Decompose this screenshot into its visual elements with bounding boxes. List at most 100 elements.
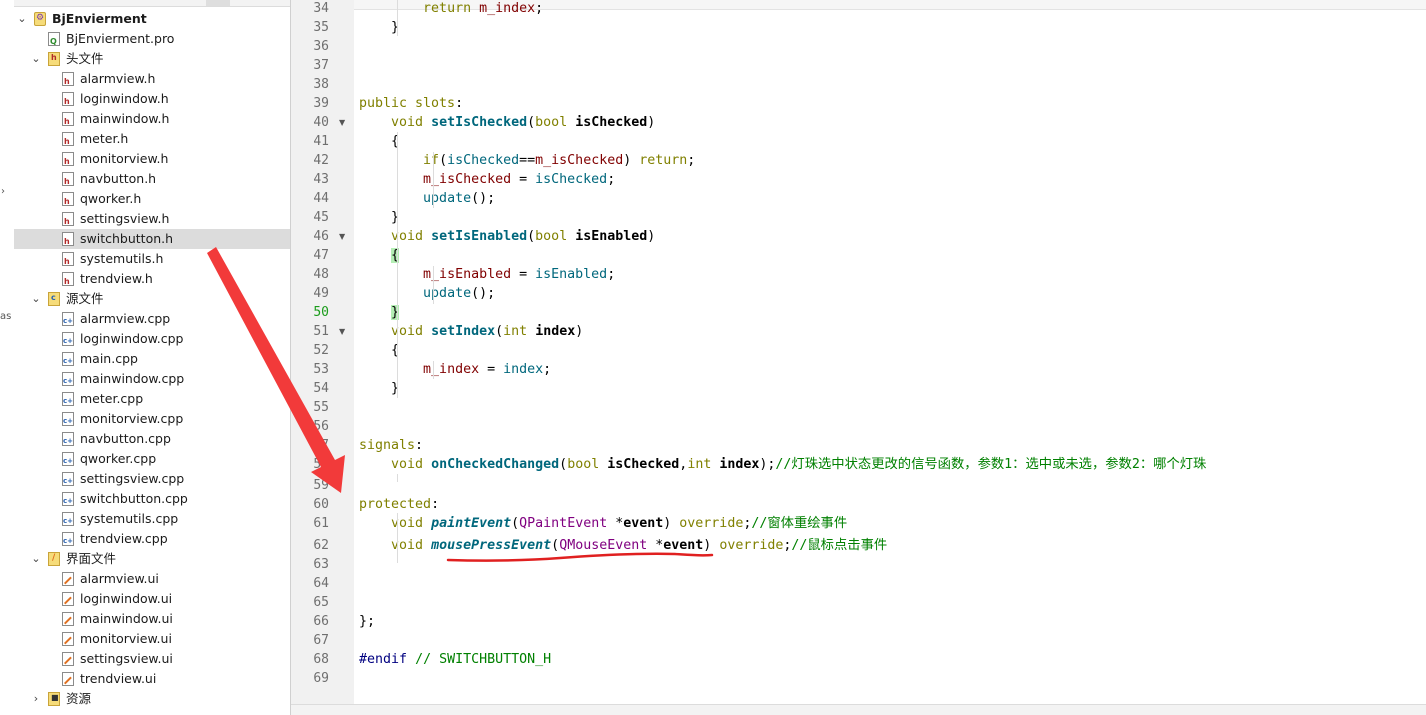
tree-file-item[interactable]: main.cpp xyxy=(14,349,290,369)
chevron-right-icon[interactable]: › xyxy=(30,689,42,709)
tree-file-item[interactable]: mainwindow.cpp xyxy=(14,369,290,389)
tree-item-label: trendview.cpp xyxy=(80,531,168,546)
tree-folder-headers[interactable]: ⌄ 头文件 xyxy=(14,49,290,69)
indent-guide xyxy=(433,152,434,208)
code-line[interactable]: void setIsEnabled(bool isEnabled) xyxy=(359,227,655,246)
tree-file-item[interactable]: trendview.h xyxy=(14,269,290,289)
line-number: 37 xyxy=(313,58,329,73)
chevron-down-icon[interactable]: ⌄ xyxy=(30,289,42,309)
code-line[interactable]: }; xyxy=(359,612,375,631)
chevron-right-icon[interactable]: › xyxy=(1,186,5,197)
code-line[interactable]: void mousePressEvent(QMouseEvent *event)… xyxy=(359,536,887,555)
tree-item-label: monitorview.ui xyxy=(80,631,172,646)
tree-project-node[interactable]: ⌄ BjEnvierment xyxy=(14,9,290,29)
tree-file-item[interactable]: alarmview.cpp xyxy=(14,309,290,329)
code-line[interactable]: update(); xyxy=(359,284,495,303)
code-line[interactable]: protected: xyxy=(359,495,439,514)
code-line[interactable]: } xyxy=(359,379,399,398)
fold-marker-icon[interactable]: ▼ xyxy=(339,322,345,341)
line-number: 56 xyxy=(313,419,329,434)
code-line[interactable]: public slots: xyxy=(359,94,463,113)
tree-file-item[interactable]: trendview.ui xyxy=(14,669,290,689)
line-number: 41 xyxy=(313,134,329,149)
ui-file-icon xyxy=(62,672,74,686)
toolbar-button[interactable] xyxy=(206,0,230,6)
tree-item-label: meter.h xyxy=(80,131,129,146)
tree-file-item[interactable]: qworker.h xyxy=(14,189,290,209)
header-file-icon xyxy=(62,272,74,287)
tree-file-item[interactable]: qworker.cpp xyxy=(14,449,290,469)
code-line[interactable]: signals: xyxy=(359,436,423,455)
header-file-icon xyxy=(62,72,74,87)
tree-item-label: navbutton.cpp xyxy=(80,431,171,446)
chevron-down-icon[interactable]: ⌄ xyxy=(16,9,28,29)
tree-file-item[interactable]: switchbutton.cpp xyxy=(14,489,290,509)
indent-guide xyxy=(397,474,398,482)
line-number: 34 xyxy=(313,1,329,16)
code-line[interactable]: update(); xyxy=(359,189,495,208)
tree-file-item[interactable]: systemutils.cpp xyxy=(14,509,290,529)
tree-item-label: loginwindow.ui xyxy=(80,591,173,606)
tree-file-item[interactable]: settingsview.cpp xyxy=(14,469,290,489)
tree-item-label: monitorview.h xyxy=(80,151,169,166)
code-line[interactable]: m_index = index; xyxy=(359,360,551,379)
tree-item-label: systemutils.h xyxy=(80,251,164,266)
code-line[interactable]: void onCheckedChanged(bool isChecked,int… xyxy=(359,455,1206,474)
tree-file-item[interactable]: monitorview.cpp xyxy=(14,409,290,429)
code-line[interactable]: } xyxy=(359,208,399,227)
line-number: 60 xyxy=(313,497,329,512)
tree-folder-resources[interactable]: › 资源 xyxy=(14,689,290,709)
code-line[interactable]: { xyxy=(359,132,399,151)
indent-guide xyxy=(397,513,398,563)
header-file-icon xyxy=(62,252,74,267)
line-number: 51 xyxy=(313,324,329,339)
tree-file-item[interactable]: navbutton.cpp xyxy=(14,429,290,449)
code-line[interactable]: } xyxy=(359,303,400,322)
tree-file-item[interactable]: settingsview.ui xyxy=(14,649,290,669)
tree-item-label: 资源 xyxy=(66,691,92,706)
cpp-file-icon xyxy=(62,432,74,446)
code-line[interactable]: } xyxy=(359,18,399,37)
tree-file-item[interactable]: loginwindow.ui xyxy=(14,589,290,609)
tree-folder-sources[interactable]: ⌄ 源文件 xyxy=(14,289,290,309)
tree-file-item[interactable]: settingsview.h xyxy=(14,209,290,229)
code-editor[interactable]: 34 35 36 37 38 39 40 ▼ 41 42 43 44 45 46 ▼ 47 48 49 50 51 ▼ 5… xyxy=(290,0,1426,715)
tree-file-item[interactable]: mainwindow.ui xyxy=(14,609,290,629)
tree-item-label: mainwindow.h xyxy=(80,111,170,126)
tree-item-label: systemutils.cpp xyxy=(80,511,179,526)
tree-file-item[interactable]: alarmview.ui xyxy=(14,569,290,589)
line-number: 62 xyxy=(313,538,329,553)
tree-file-item[interactable]: navbutton.h xyxy=(14,169,290,189)
tree-file-item[interactable]: switchbutton.h xyxy=(14,229,290,249)
fold-marker-icon[interactable]: ▼ xyxy=(339,113,345,132)
tree-file-item[interactable]: meter.cpp xyxy=(14,389,290,409)
code-line[interactable]: return m_index; xyxy=(359,0,543,18)
tree-file-item[interactable]: loginwindow.cpp xyxy=(14,329,290,349)
tree-file-item[interactable]: monitorview.ui xyxy=(14,629,290,649)
tree-file-item[interactable]: alarmview.h xyxy=(14,69,290,89)
fold-marker-icon[interactable]: ▼ xyxy=(339,227,345,246)
tree-file-item[interactable]: loginwindow.h xyxy=(14,89,290,109)
tree-file-item[interactable]: mainwindow.h xyxy=(14,109,290,129)
code-line[interactable]: if(isChecked==m_isChecked) return; xyxy=(359,151,695,170)
chevron-down-icon[interactable]: ⌄ xyxy=(30,49,42,69)
tree-file-item[interactable]: BjEnvierment.pro xyxy=(14,29,290,49)
code-line[interactable]: void setIsChecked(bool isChecked) xyxy=(359,113,655,132)
tree-folder-forms[interactable]: ⌄ 界面文件 xyxy=(14,549,290,569)
tree-file-item[interactable]: monitorview.h xyxy=(14,149,290,169)
line-number: 47 xyxy=(313,248,329,263)
line-number-gutter: 34 35 36 37 38 39 40 ▼ 41 42 43 44 45 46 ▼ 47 48 49 50 51 ▼ 5… xyxy=(291,0,354,705)
ui-file-icon xyxy=(62,632,74,646)
chevron-down-icon[interactable]: ⌄ xyxy=(30,549,42,569)
tree-item-label: mainwindow.ui xyxy=(80,611,173,626)
code-line[interactable]: void setIndex(int index) xyxy=(359,322,583,341)
tree-item-label: alarmview.cpp xyxy=(80,311,171,326)
code-line[interactable]: #endif // SWITCHBUTTON_H xyxy=(359,650,551,669)
code-line[interactable]: { xyxy=(359,341,399,360)
code-line[interactable]: void paintEvent(QPaintEvent *event) over… xyxy=(359,514,847,533)
code-line[interactable]: { xyxy=(359,246,400,265)
tree-file-item[interactable]: trendview.cpp xyxy=(14,529,290,549)
cpp-file-icon xyxy=(62,532,74,546)
tree-file-item[interactable]: meter.h xyxy=(14,129,290,149)
tree-file-item[interactable]: systemutils.h xyxy=(14,249,290,269)
